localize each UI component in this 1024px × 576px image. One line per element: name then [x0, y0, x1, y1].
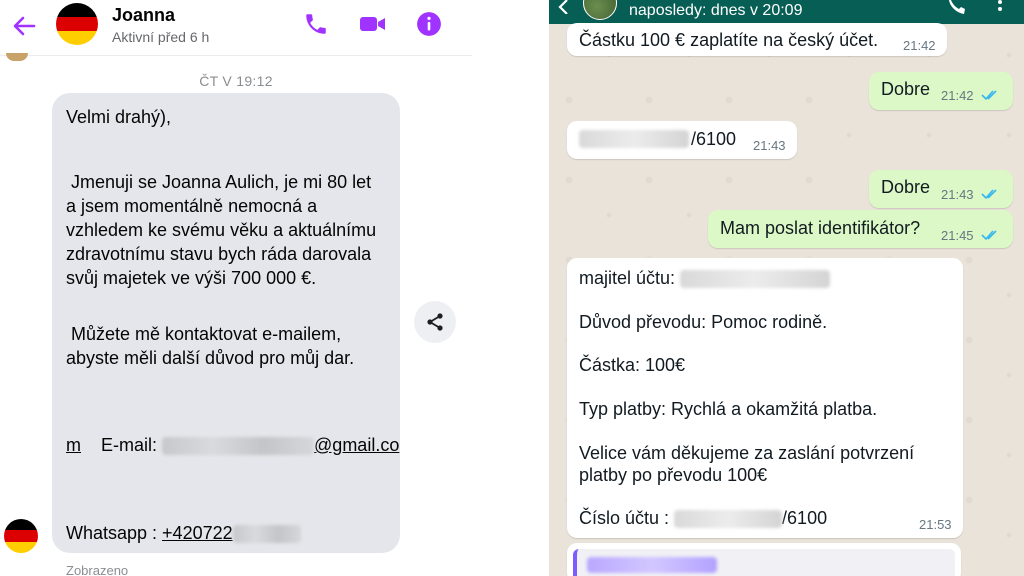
account-line: Číslo účtu : /6100	[579, 508, 827, 529]
message-line: Můžete mě kontaktovat e-mailem,	[66, 324, 342, 344]
double-check-icon	[981, 230, 997, 241]
account-label: Číslo účtu :	[579, 508, 675, 528]
redacted-phone	[587, 557, 717, 573]
account-suffix: /6100	[782, 508, 828, 528]
message-line: Jmenuji se Joanna Aulich, je mi 80 let	[66, 172, 372, 192]
thanks-line: Velice vám děkujeme za zaslání potvrzení	[579, 443, 915, 463]
payment-details-message[interactable]: majitel účtu: Důvod převodu: Pomoc rodin…	[567, 258, 963, 538]
message-greeting: Velmi drahý),	[66, 107, 172, 127]
incoming-message[interactable]	[567, 543, 961, 576]
message-bubble[interactable]: Velmi drahý), Jmenuji se Joanna Aulich, …	[52, 93, 400, 553]
share-icon	[427, 313, 443, 331]
avatar[interactable]	[583, 0, 617, 20]
email-line: E-mail: @gmail.co	[66, 409, 399, 481]
germany-flag-icon	[56, 3, 98, 45]
outgoing-message[interactable]: Dobre 21:42	[869, 72, 1013, 110]
message-time: 21:43	[753, 138, 786, 153]
whatsapp-label: Whatsapp :	[66, 523, 163, 543]
message-text: Částku 100 € zaplatíte na český účet.	[579, 30, 879, 50]
outgoing-message[interactable]: Mam poslat identifikátor? 21:45	[708, 210, 1013, 248]
owner-label: majitel účtu:	[579, 268, 681, 288]
owner-line: majitel účtu:	[579, 268, 831, 289]
redacted-account-number	[674, 510, 783, 529]
message-text: Dobre	[881, 177, 931, 197]
double-check-icon	[981, 90, 997, 101]
message-text: Dobre	[881, 79, 931, 99]
email-label: E-mail:	[96, 435, 163, 455]
incoming-message[interactable]: Částku 100 € zaplatíte na český účet. 21…	[567, 23, 947, 56]
message-time: 21:42	[903, 38, 936, 53]
video-icon[interactable]	[359, 11, 387, 37]
message-time: 21:43	[941, 187, 974, 202]
germany-flag-icon	[4, 519, 38, 553]
message-line: vzhledem ke svému věku a aktuálnímu	[66, 220, 377, 240]
incoming-message[interactable]: /6100 21:43	[567, 121, 797, 159]
message-time: 21:42	[941, 88, 974, 103]
contact-name[interactable]: Joanna	[112, 5, 175, 26]
message-line: svůj majetek ve výši 700 000 €.	[66, 268, 317, 288]
double-check-icon	[981, 189, 997, 200]
active-status: Aktivní před 6 h	[112, 29, 210, 45]
avatar[interactable]	[56, 3, 98, 45]
outgoing-message[interactable]: Dobre 21:43	[869, 170, 1013, 208]
redacted-phone	[232, 525, 301, 544]
message-line: abyste měli další důvod pro můj dar.	[66, 348, 355, 368]
phone-icon[interactable]	[947, 0, 969, 14]
chat-header: Joanna Aktivní před 6 h	[0, 0, 472, 56]
previous-message-fragment	[6, 53, 28, 61]
menu-icon[interactable]	[995, 0, 1005, 14]
message-timestamp: ČT V 19:12	[199, 73, 273, 89]
chat-header: naposledy: dnes v 20:09	[549, 0, 1024, 24]
info-icon[interactable]	[416, 11, 442, 37]
seen-indicator: Zobrazeno	[66, 563, 129, 576]
thanks-line: platby po převodu 100€	[579, 465, 768, 485]
back-arrow-icon[interactable]	[8, 10, 40, 42]
back-arrow-icon[interactable]	[555, 0, 575, 14]
message-time: 21:53	[919, 517, 952, 532]
messenger-panel: Joanna Aktivní před 6 h ČT V 19:12 Velmi…	[0, 0, 472, 576]
message-text: Mam poslat identifikátor?	[720, 218, 921, 238]
phone-link[interactable]: +420722	[162, 523, 233, 543]
transfer-reason: Důvod převodu: Pomoc rodině.	[579, 312, 828, 332]
message-line: zdravotnímu stavu bych ráda darovala	[66, 244, 372, 264]
sender-avatar[interactable]	[4, 519, 38, 553]
redacted-owner-name	[680, 270, 831, 289]
email-link[interactable]: @gmail.co	[162, 435, 400, 456]
phone-icon[interactable]	[303, 11, 329, 37]
payment-type: Typ platby: Rychlá a okamžitá platba.	[579, 399, 878, 419]
message-text: /6100	[691, 129, 737, 149]
redacted-email	[162, 437, 315, 456]
quoted-message[interactable]	[573, 549, 955, 576]
message-line: a jsem momentálně nemocná a	[66, 196, 318, 216]
email-domain: @gmail.co	[314, 435, 400, 455]
transfer-amount: Částka: 100€	[579, 355, 686, 375]
email-link-continued[interactable]: m	[66, 433, 81, 457]
whatsapp-line: Whatsapp : +420722	[66, 521, 301, 545]
message-time: 21:45	[941, 228, 974, 243]
redacted-account-number	[579, 130, 689, 148]
share-button[interactable]	[414, 301, 456, 343]
last-seen-status: naposledy: dnes v 20:09	[629, 2, 803, 19]
